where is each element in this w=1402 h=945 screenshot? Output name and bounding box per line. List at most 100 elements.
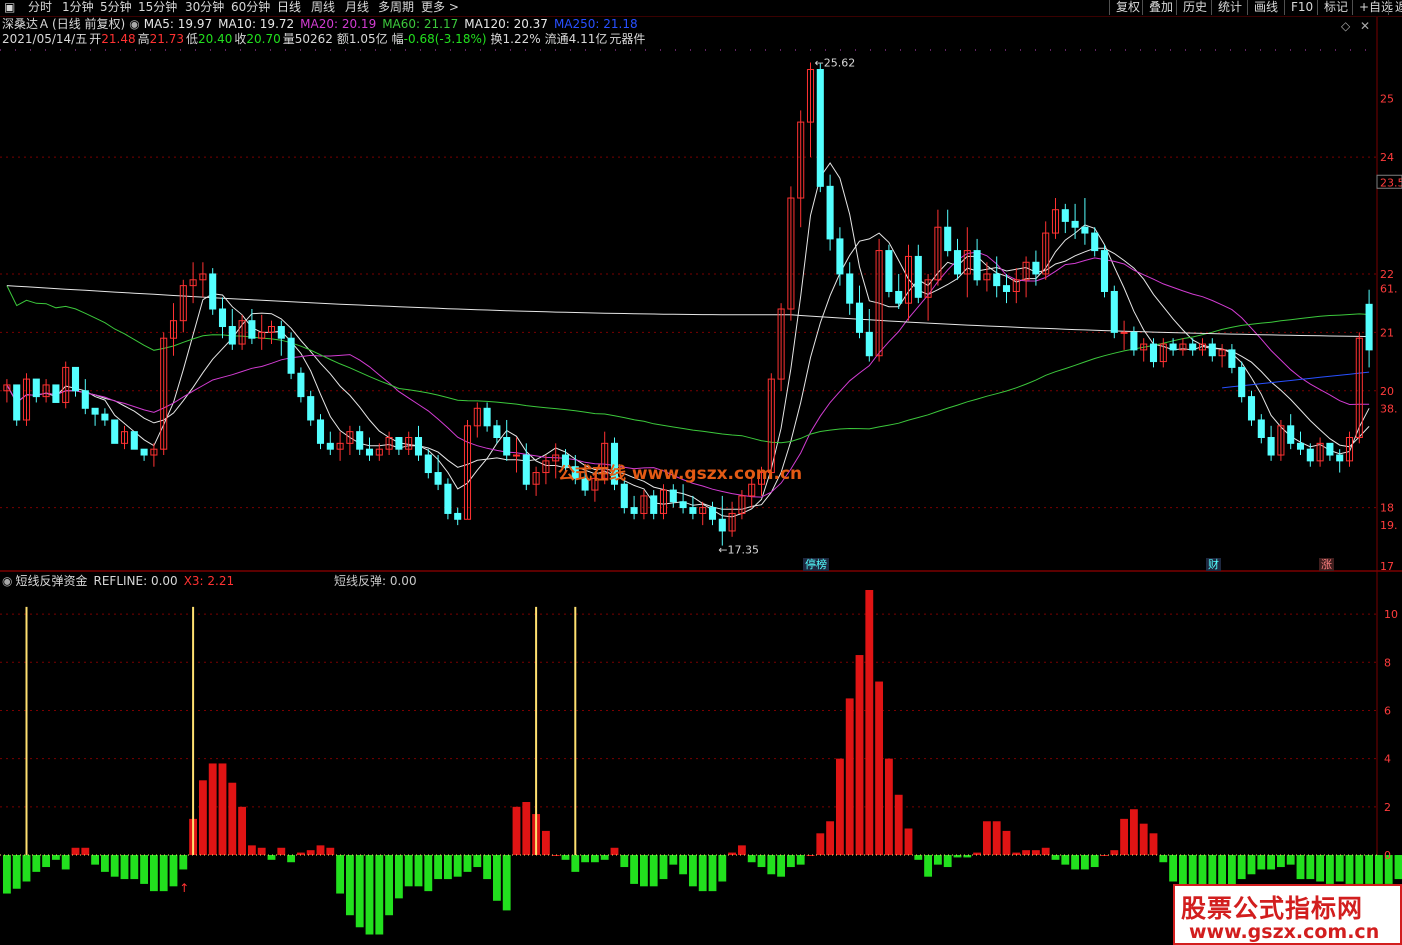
range-value: -0.68(-3.18%) — [403, 32, 487, 46]
candle — [718, 518, 726, 532]
right-tab-6[interactable]: 标记 — [1317, 0, 1354, 15]
histogram-bar — [355, 855, 364, 928]
tab-0[interactable]: 分时 — [28, 0, 52, 15]
histogram-bar — [238, 806, 247, 855]
panel-icon[interactable]: ▣ — [4, 0, 15, 15]
ma-toggle-icon[interactable]: ◉ — [129, 17, 139, 31]
tab-4[interactable]: 30分钟 — [185, 0, 224, 15]
histogram-bar — [669, 855, 678, 865]
diamond-icon: ◇ — [1341, 19, 1351, 33]
candle — [1120, 331, 1128, 334]
histogram-bar — [1394, 855, 1402, 880]
histogram-bar — [1306, 855, 1315, 880]
candle — [855, 302, 864, 333]
corner-watermark: 股票公式指标网 www.gszx.com.cn — [1173, 884, 1402, 945]
histogram-bar — [884, 758, 893, 855]
price-tick: 17 — [1380, 560, 1394, 573]
tab-3[interactable]: 15分钟 — [138, 0, 177, 15]
candle — [1267, 437, 1275, 456]
tab-1[interactable]: 1分钟 — [62, 0, 94, 15]
tab-5[interactable]: 60分钟 — [231, 0, 270, 15]
histogram-bar — [434, 855, 443, 880]
histogram-bar — [826, 821, 835, 855]
right-tab-8[interactable]: 返 — [1388, 0, 1402, 15]
candle — [248, 320, 256, 339]
histogram-bar — [208, 763, 217, 855]
tab-6[interactable]: 日线 — [277, 0, 301, 15]
finance-marker[interactable]: 财 — [1206, 558, 1221, 571]
histogram-bar — [796, 855, 805, 865]
candle — [130, 431, 138, 450]
right-tab-1[interactable]: 叠加 — [1142, 0, 1179, 15]
histogram-bar — [1237, 855, 1246, 880]
stock-name[interactable]: 深桑达Ａ — [2, 17, 50, 31]
histogram-bar — [385, 855, 394, 916]
histogram-bar — [375, 855, 384, 935]
histogram-bar — [267, 855, 276, 860]
histogram-bar — [522, 802, 531, 855]
histogram-bar — [316, 845, 325, 855]
histogram-bar — [71, 847, 80, 855]
right-tab-3[interactable]: 统计 — [1211, 0, 1248, 15]
histogram-bar — [1365, 855, 1374, 884]
corner-watermark-title: 股票公式指标网 — [1181, 894, 1364, 923]
right-tab-5[interactable]: F10 — [1284, 0, 1319, 15]
high-annotation: ←25.62 — [815, 57, 856, 70]
tab-7[interactable]: 周线 — [311, 0, 335, 15]
histogram-bar — [943, 855, 952, 868]
histogram-bar — [816, 833, 825, 855]
right-tab-4[interactable]: 画线 — [1247, 0, 1284, 15]
right-tab-0[interactable]: 复权 — [1109, 0, 1146, 15]
tab-8[interactable]: 月线 — [345, 0, 369, 15]
histogram-bar — [620, 855, 629, 868]
quote-date: 2021/05/14/五 — [2, 32, 88, 46]
indicator-toggle-icon[interactable]: ◉ — [2, 574, 12, 588]
x3-label: X3: 2.21 — [183, 574, 235, 588]
low-label: 低 — [185, 32, 198, 46]
histogram-bar — [228, 782, 237, 855]
candle — [895, 290, 903, 304]
histogram-bar — [1374, 855, 1383, 884]
center-watermark: 公式在线 www.gszx.com.cn — [558, 464, 803, 484]
stop-marker[interactable]: 停榜 — [803, 558, 829, 571]
candle — [1228, 349, 1236, 368]
price-tick: 20 — [1380, 385, 1394, 398]
limit-up-marker[interactable]: 涨 — [1319, 558, 1334, 571]
histogram-bar — [855, 655, 864, 855]
histogram-bar — [1080, 855, 1089, 870]
histogram-bar — [179, 855, 188, 870]
candle — [483, 407, 491, 427]
histogram-bar — [1267, 855, 1276, 870]
candle — [1149, 343, 1158, 363]
histogram-bar — [492, 855, 501, 901]
histogram-bar — [1061, 855, 1070, 865]
candle — [993, 273, 1001, 287]
candle — [1002, 285, 1011, 292]
histogram-bar — [845, 698, 854, 855]
histogram-bar — [149, 855, 158, 892]
close-label: 收 — [234, 32, 247, 46]
range-label: 幅 — [391, 32, 404, 46]
candle — [32, 378, 40, 398]
price-tick: 21 — [1380, 326, 1394, 339]
tab-9[interactable]: 多周期 — [378, 0, 414, 15]
histogram-bar — [1355, 855, 1364, 884]
histogram-bar — [1257, 855, 1266, 870]
histogram-bar — [169, 855, 178, 887]
candle — [1061, 209, 1069, 222]
candle — [493, 425, 501, 438]
histogram-bar — [1286, 855, 1295, 865]
histogram-bar — [120, 855, 129, 880]
close-icon: ✕ — [1360, 19, 1370, 33]
histogram-bar — [571, 855, 580, 872]
histogram-bar — [777, 855, 786, 877]
right-tab-2[interactable]: 历史 — [1176, 0, 1213, 15]
histogram-bar — [130, 855, 139, 880]
tab-10[interactable]: 更多 > — [421, 0, 459, 15]
tab-2[interactable]: 5分钟 — [100, 0, 132, 15]
histogram-bar — [1276, 855, 1285, 868]
candle — [944, 226, 952, 252]
ma5-label: MA5: 19.97 — [143, 17, 213, 31]
candle — [287, 337, 295, 374]
histogram-bar — [600, 855, 609, 860]
